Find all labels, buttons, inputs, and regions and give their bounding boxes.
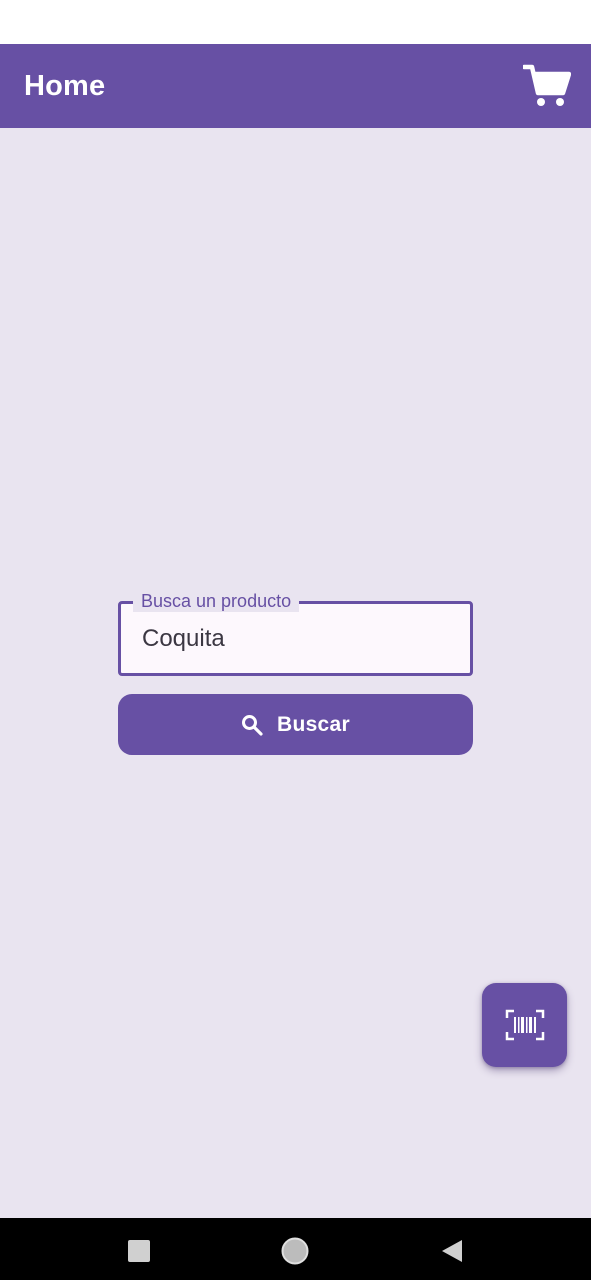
search-button-label: Buscar xyxy=(276,712,350,736)
app-screen: Home Busca un producto Buscar xyxy=(0,0,591,1280)
back-button[interactable] xyxy=(436,1236,466,1266)
square-recents-icon xyxy=(128,1240,150,1262)
status-bar xyxy=(0,0,591,44)
home-button[interactable] xyxy=(280,1236,310,1266)
scan-barcode-button[interactable] xyxy=(482,983,567,1067)
shopping-cart-icon xyxy=(523,64,571,106)
top-app-bar: Home xyxy=(0,44,591,128)
page-title: Home xyxy=(24,69,106,102)
triangle-back-icon xyxy=(442,1240,462,1262)
recents-button[interactable] xyxy=(124,1236,154,1266)
search-field-label: Busca un producto xyxy=(133,590,300,612)
system-navigation-bar xyxy=(0,1218,591,1280)
circle-home-icon xyxy=(281,1237,309,1265)
product-search-field[interactable]: Busca un producto xyxy=(118,590,473,676)
search-icon xyxy=(241,714,263,736)
search-input[interactable] xyxy=(142,619,452,659)
barcode-scan-icon xyxy=(505,1009,544,1041)
cart-button[interactable] xyxy=(521,60,573,112)
search-button[interactable]: Buscar xyxy=(118,694,473,755)
